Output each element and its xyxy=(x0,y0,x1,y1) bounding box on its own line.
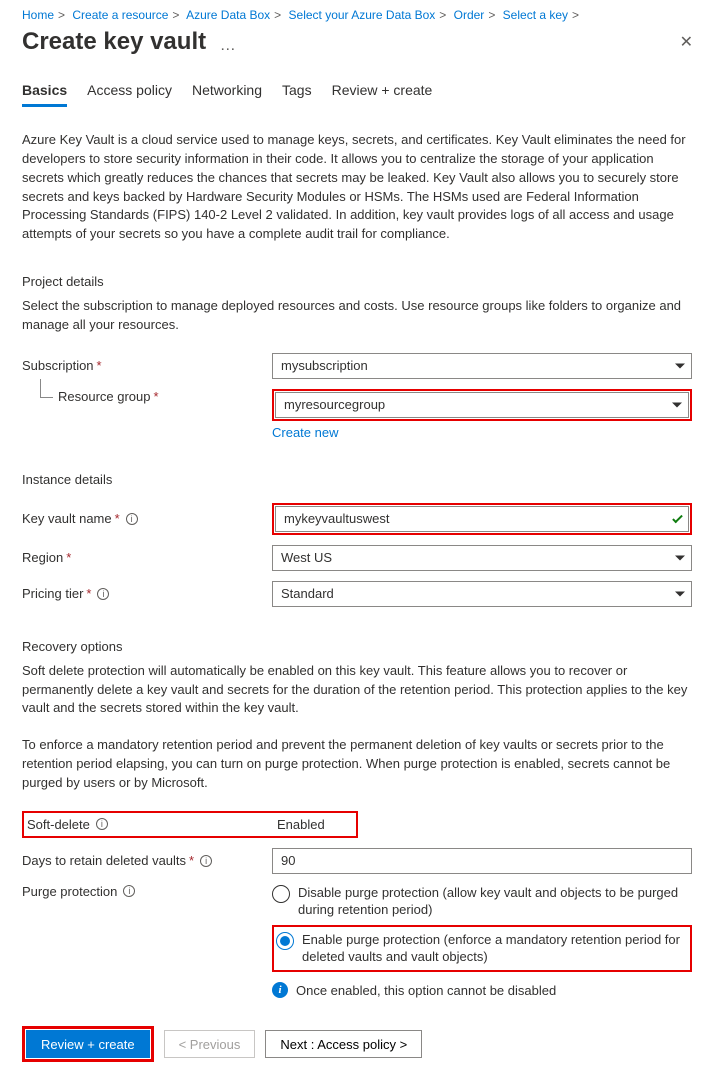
breadcrumb: Home> Create a resource> Azure Data Box>… xyxy=(22,8,693,22)
purge-disable-label: Disable purge protection (allow key vaul… xyxy=(298,884,692,919)
project-details-desc: Select the subscription to manage deploy… xyxy=(22,297,693,335)
next-button[interactable]: Next : Access policy > xyxy=(265,1030,422,1058)
recovery-options-title: Recovery options xyxy=(22,639,693,654)
bc-azure-data-box[interactable]: Azure Data Box xyxy=(186,8,270,22)
tab-access-policy[interactable]: Access policy xyxy=(87,76,172,107)
more-icon[interactable]: … xyxy=(220,37,236,54)
key-vault-name-input[interactable]: mykeyvaultuswest xyxy=(275,506,689,532)
bc-home[interactable]: Home xyxy=(22,8,54,22)
bc-create-resource[interactable]: Create a resource xyxy=(72,8,168,22)
days-retain-input[interactable]: 90 xyxy=(272,848,692,874)
check-icon xyxy=(672,512,683,523)
key-vault-name-label: Key vault name* i xyxy=(22,511,272,526)
subscription-select[interactable]: mysubscription xyxy=(272,353,692,379)
recovery-desc1: Soft delete protection will automaticall… xyxy=(22,662,693,719)
chevron-down-icon xyxy=(672,402,682,407)
create-new-link[interactable]: Create new xyxy=(272,425,338,440)
close-icon[interactable]: ✕ xyxy=(680,32,693,52)
bc-select-databox[interactable]: Select your Azure Data Box xyxy=(289,8,436,22)
region-label: Region* xyxy=(22,550,272,565)
soft-delete-label: Soft-delete i xyxy=(27,817,277,832)
info-icon[interactable]: i xyxy=(200,855,212,867)
purge-enable-radio[interactable] xyxy=(276,932,294,950)
region-select[interactable]: West US xyxy=(272,545,692,571)
project-details-title: Project details xyxy=(22,274,693,289)
recovery-desc2: To enforce a mandatory retention period … xyxy=(22,736,693,793)
purge-note: Once enabled, this option cannot be disa… xyxy=(296,983,556,998)
pricing-tier-label: Pricing tier* i xyxy=(22,586,272,601)
previous-button: < Previous xyxy=(164,1030,256,1058)
intro-text: Azure Key Vault is a cloud service used … xyxy=(22,131,693,244)
info-icon[interactable]: i xyxy=(96,818,108,830)
subscription-label: Subscription* xyxy=(22,358,272,373)
tabs: Basics Access policy Networking Tags Rev… xyxy=(22,76,693,107)
page-title: Create key vault xyxy=(22,28,206,55)
instance-details-title: Instance details xyxy=(22,472,693,487)
resource-group-select[interactable]: myresourcegroup xyxy=(275,392,689,418)
resource-group-label: Resource group* xyxy=(22,389,272,404)
info-blue-icon: i xyxy=(272,982,288,998)
purge-disable-radio[interactable] xyxy=(272,885,290,903)
tab-networking[interactable]: Networking xyxy=(192,76,262,107)
chevron-down-icon xyxy=(675,363,685,368)
info-icon[interactable]: i xyxy=(126,513,138,525)
tab-tags[interactable]: Tags xyxy=(282,76,312,107)
purge-protection-label: Purge protection i xyxy=(22,884,272,899)
purge-enable-label: Enable purge protection (enforce a manda… xyxy=(302,931,688,966)
tab-basics[interactable]: Basics xyxy=(22,76,67,107)
bc-select-key[interactable]: Select a key xyxy=(503,8,568,22)
soft-delete-value: Enabled xyxy=(277,817,325,832)
info-icon[interactable]: i xyxy=(97,588,109,600)
chevron-down-icon xyxy=(675,555,685,560)
chevron-down-icon xyxy=(675,591,685,596)
pricing-tier-select[interactable]: Standard xyxy=(272,581,692,607)
tab-review-create[interactable]: Review + create xyxy=(332,76,433,107)
days-retain-label: Days to retain deleted vaults* i xyxy=(22,853,272,868)
bc-order[interactable]: Order xyxy=(454,8,485,22)
review-create-button[interactable]: Review + create xyxy=(26,1030,150,1058)
info-icon[interactable]: i xyxy=(123,885,135,897)
